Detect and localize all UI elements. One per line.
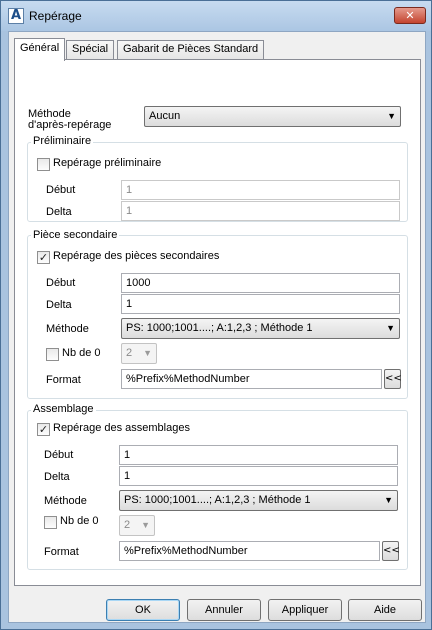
assembly-checkbox[interactable]: ✓ bbox=[37, 423, 50, 436]
window-title: Repérage bbox=[29, 9, 82, 23]
assembly-zeros-value: 2 bbox=[124, 519, 131, 531]
title-bar[interactable]: A Repérage ✕ bbox=[1, 1, 431, 31]
assembly-delta-label: Delta bbox=[44, 471, 70, 483]
secondary-zeros-value: 2 bbox=[126, 347, 133, 359]
checkmark-icon: ✓ bbox=[38, 423, 49, 436]
assembly-zeros-select[interactable]: 2 ▼ bbox=[119, 515, 155, 536]
dialog-window: A Repérage ✕ Général Spécial Gabarit de … bbox=[0, 0, 432, 630]
tab-general[interactable]: Général bbox=[14, 38, 66, 61]
app-icon: A bbox=[8, 8, 24, 24]
tab-standard-parts-template[interactable]: Gabarit de Pièces Standard bbox=[117, 40, 265, 59]
chevron-down-icon: ▼ bbox=[384, 495, 393, 505]
secondary-format-label: Format bbox=[46, 374, 81, 386]
secondary-checkbox-label: Repérage des pièces secondaires bbox=[53, 250, 220, 262]
secondary-zeros-select[interactable]: 2 ▼ bbox=[121, 343, 157, 364]
method-after-label-line2: d'après-repérage bbox=[28, 119, 112, 131]
assembly-zeros-label: Nb de 0 bbox=[60, 515, 99, 527]
assembly-format-insert-button[interactable]: << bbox=[382, 541, 400, 561]
method-after-value: Aucun bbox=[149, 110, 181, 122]
chevron-down-icon: ▼ bbox=[141, 520, 150, 530]
secondary-format-input[interactable]: %Prefix%MethodNumber bbox=[121, 369, 382, 389]
assembly-group-title: Assemblage bbox=[31, 403, 96, 415]
dialog-client: Général Spécial Gabarit de Pièces Standa… bbox=[8, 31, 426, 623]
secondary-method-value: PS: 1000;1001....; A:1,2,3 ; Méthode 1 bbox=[126, 322, 313, 334]
secondary-method-select[interactable]: PS: 1000;1001....; A:1,2,3 ; Méthode 1 ▼ bbox=[121, 318, 400, 339]
preliminary-delta-label: Delta bbox=[46, 206, 72, 218]
assembly-zeros-checkbox[interactable] bbox=[44, 516, 57, 529]
method-after-select[interactable]: Aucun ▼ bbox=[144, 106, 401, 127]
close-button[interactable]: ✕ bbox=[394, 7, 426, 24]
help-button[interactable]: Aide bbox=[348, 599, 422, 621]
secondary-delta-input[interactable]: 1 bbox=[121, 294, 400, 314]
secondary-method-label: Méthode bbox=[46, 323, 89, 335]
checkmark-icon: ✓ bbox=[38, 251, 49, 264]
assembly-checkbox-label: Repérage des assemblages bbox=[53, 422, 190, 434]
assembly-format-label: Format bbox=[44, 546, 79, 558]
preliminary-start-input[interactable]: 1 bbox=[121, 180, 400, 200]
close-icon: ✕ bbox=[405, 9, 415, 22]
tab-special[interactable]: Spécial bbox=[66, 40, 115, 59]
secondary-zeros-checkbox[interactable] bbox=[46, 348, 59, 361]
secondary-group-title: Pièce secondaire bbox=[31, 229, 120, 241]
assembly-method-label: Méthode bbox=[44, 495, 87, 507]
chevron-down-icon: ▼ bbox=[143, 348, 152, 358]
tab-panel-general: Méthode d'après-repérage Aucun ▼ Prélimi… bbox=[14, 59, 421, 586]
secondary-start-input[interactable]: 1000 bbox=[121, 273, 400, 293]
apply-button[interactable]: Appliquer bbox=[268, 599, 342, 621]
preliminary-delta-input[interactable]: 1 bbox=[121, 201, 400, 221]
secondary-delta-label: Delta bbox=[46, 299, 72, 311]
assembly-method-value: PS: 1000;1001....; A:1,2,3 ; Méthode 1 bbox=[124, 494, 311, 506]
secondary-zeros-label: Nb de 0 bbox=[62, 347, 101, 359]
secondary-format-insert-button[interactable]: << bbox=[384, 369, 402, 389]
preliminary-start-label: Début bbox=[46, 184, 76, 196]
assembly-start-label: Début bbox=[44, 449, 74, 461]
preliminary-checkbox[interactable] bbox=[37, 158, 50, 171]
assembly-start-input[interactable]: 1 bbox=[119, 445, 398, 465]
chevron-down-icon: ▼ bbox=[387, 111, 396, 121]
cancel-button[interactable]: Annuler bbox=[187, 599, 261, 621]
preliminary-checkbox-label: Repérage préliminaire bbox=[53, 157, 162, 169]
assembly-format-input[interactable]: %Prefix%MethodNumber bbox=[119, 541, 380, 561]
chevron-down-icon: ▼ bbox=[386, 323, 395, 333]
ok-button[interactable]: OK bbox=[106, 599, 180, 621]
secondary-checkbox[interactable]: ✓ bbox=[37, 251, 50, 264]
assembly-method-select[interactable]: PS: 1000;1001....; A:1,2,3 ; Méthode 1 ▼ bbox=[119, 490, 398, 511]
assembly-delta-input[interactable]: 1 bbox=[119, 466, 398, 486]
secondary-start-label: Début bbox=[46, 277, 76, 289]
preliminary-group-title: Préliminaire bbox=[31, 135, 94, 147]
